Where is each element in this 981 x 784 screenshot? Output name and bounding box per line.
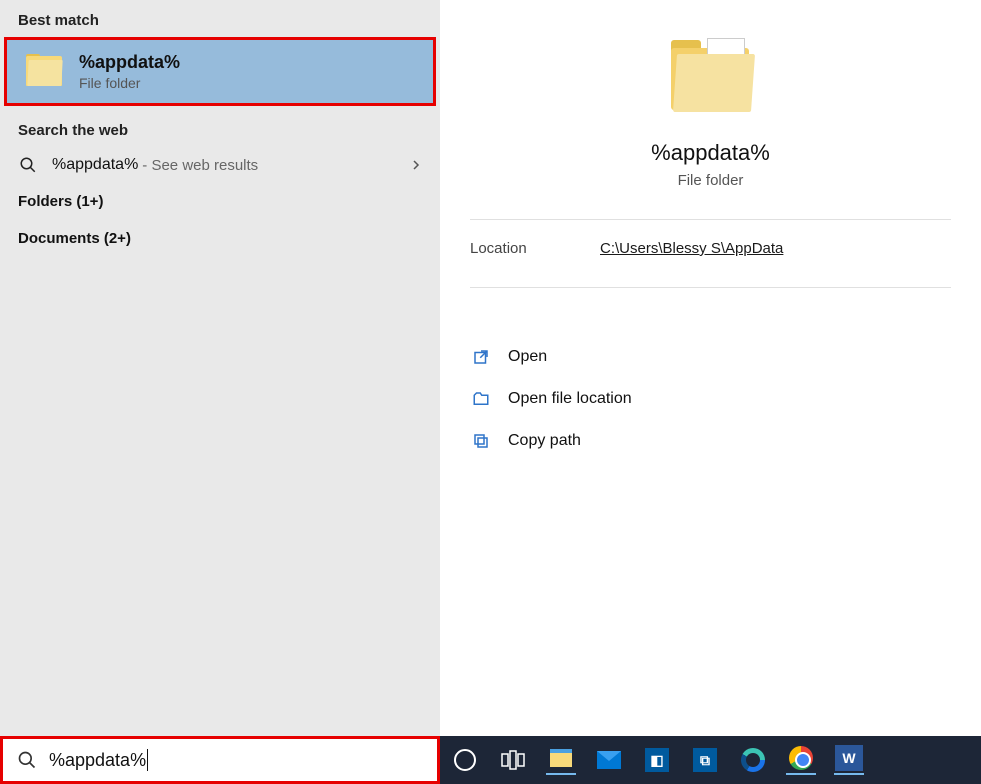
action-copy-path-label: Copy path <box>508 432 581 450</box>
search-input-text: %appdata% <box>49 750 146 771</box>
open-icon <box>470 346 492 368</box>
divider <box>470 287 951 288</box>
mail-icon[interactable] <box>594 745 624 775</box>
web-suffix: - See web results <box>142 157 258 174</box>
category-folders[interactable]: Folders (1+) <box>0 183 440 220</box>
chevron-right-icon <box>410 156 422 174</box>
location-row: Location C:\Users\Blessy S\AppData <box>440 220 981 257</box>
results-pane: Best match %appdata% File folder Search … <box>0 0 440 736</box>
best-match-text: %appdata% File folder <box>79 52 180 91</box>
action-open-location[interactable]: Open file location <box>470 378 981 420</box>
web-result-row[interactable]: %appdata% - See web results <box>0 147 440 183</box>
app-tile-1-icon[interactable]: ◧ <box>642 745 672 775</box>
folder-icon <box>25 54 65 90</box>
location-link[interactable]: C:\Users\Blessy S\AppData <box>600 240 783 257</box>
best-match-header: Best match <box>0 0 440 37</box>
best-match-result[interactable]: %appdata% File folder <box>4 37 436 106</box>
action-open-label: Open <box>508 348 547 366</box>
preview-title: %appdata% <box>440 140 981 166</box>
action-copy-path[interactable]: Copy path <box>470 420 981 462</box>
file-explorer-icon[interactable] <box>546 745 576 775</box>
action-open[interactable]: Open <box>470 336 981 378</box>
preview-pane: %appdata% File folder Location C:\Users\… <box>440 0 981 736</box>
best-match-title: %appdata% <box>79 52 180 73</box>
edge-icon[interactable] <box>738 745 768 775</box>
copy-icon <box>470 430 492 452</box>
category-documents[interactable]: Documents (2+) <box>0 220 440 257</box>
windows-search-panel: Best match %appdata% File folder Search … <box>0 0 981 784</box>
folder-open-icon <box>470 388 492 410</box>
bottom-bar: %appdata% ◧ ⧉ W <box>0 736 981 784</box>
folder-icon-large <box>669 40 753 116</box>
location-label: Location <box>470 240 600 257</box>
task-view-icon[interactable] <box>498 745 528 775</box>
preview-subtitle: File folder <box>440 172 981 189</box>
web-query: %appdata% <box>52 156 138 174</box>
search-input[interactable]: %appdata% <box>0 736 440 784</box>
cortana-icon[interactable] <box>450 745 480 775</box>
chrome-icon[interactable] <box>786 745 816 775</box>
main-area: Best match %appdata% File folder Search … <box>0 0 981 736</box>
search-web-header: Search the web <box>0 110 440 147</box>
app-tile-2-icon[interactable]: ⧉ <box>690 745 720 775</box>
best-match-subtitle: File folder <box>79 75 180 91</box>
text-caret <box>147 749 148 771</box>
actions-list: Open Open file location Copy path <box>440 336 981 462</box>
search-icon <box>18 155 38 175</box>
search-icon <box>17 750 37 770</box>
taskbar: ◧ ⧉ W <box>440 736 981 784</box>
word-icon[interactable]: W <box>834 745 864 775</box>
action-open-location-label: Open file location <box>508 390 632 408</box>
